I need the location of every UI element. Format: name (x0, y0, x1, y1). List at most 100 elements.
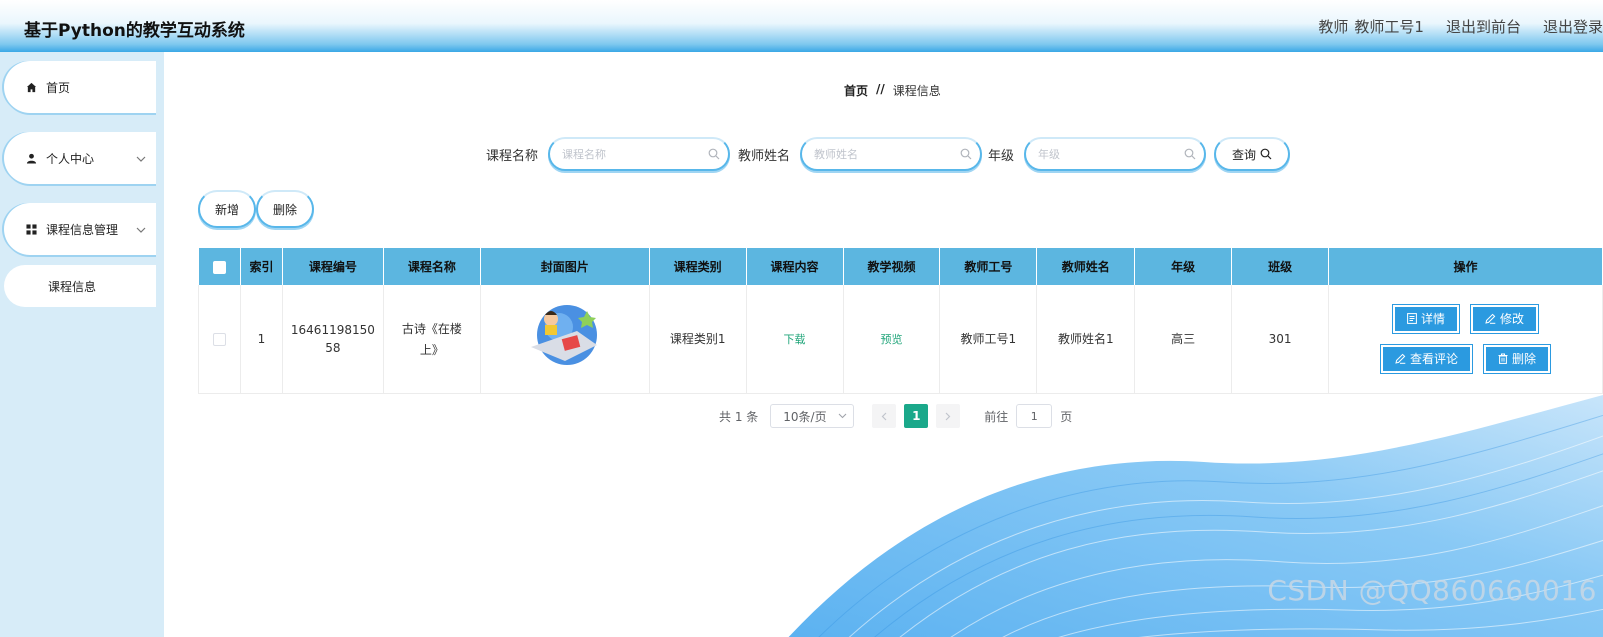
video-cell: 预览 (843, 285, 941, 394)
logout-link[interactable]: 退出登录 (1543, 16, 1603, 37)
page-number-button[interactable]: 1 (904, 404, 929, 428)
index-cell: 1 (240, 285, 283, 394)
trash-icon (1498, 353, 1508, 365)
current-user: 教师 教师工号1 (1318, 16, 1424, 37)
teacher-no-cell: 教师工号1 (939, 285, 1038, 394)
view-comments-button-label: 查看评论 (1410, 352, 1459, 367)
column-header: 班级 (1231, 248, 1330, 285)
grid-icon (24, 223, 38, 235)
operations-row: 详情 修改 (1329, 304, 1602, 333)
sidebar-subitem-course-info[interactable]: 课程信息 (4, 265, 156, 307)
column-header: 课程内容 (746, 248, 844, 285)
teacher-name-input[interactable] (802, 139, 981, 169)
page-size-value: 10条/页 (783, 409, 827, 424)
search-icon (708, 148, 720, 160)
cover-image-cell (480, 285, 650, 394)
sidebar-item-home[interactable]: 首页 (4, 61, 156, 113)
search-teacher-name: 教师姓名 (738, 136, 983, 172)
header-actions: 教师 教师工号1 退出到前台 退出登录 (1318, 16, 1603, 37)
goto-page-input[interactable] (1016, 404, 1053, 428)
user-name: 教师工号1 (1354, 18, 1424, 36)
class-cell: 301 (1231, 285, 1330, 394)
cover-image (530, 305, 597, 366)
breadcrumb-home[interactable]: 首页 (844, 82, 868, 99)
download-link[interactable]: 下载 (784, 333, 806, 346)
chevron-right-icon (945, 412, 951, 420)
course-no-line: 16461198150 (290, 322, 375, 337)
select-all-checkbox[interactable] (212, 260, 226, 274)
preview-link[interactable]: 预览 (880, 333, 902, 346)
page-suffix: 页 (1060, 409, 1073, 424)
course-name-line: 古诗《在楼 (401, 321, 462, 336)
user-icon (24, 153, 38, 164)
column-header: 操作 (1328, 248, 1603, 285)
sidebar-item-course-management[interactable]: 课程信息管理 (4, 203, 156, 255)
user-role: 教师 (1318, 18, 1349, 36)
grade-label: 年级 (988, 148, 1015, 164)
course-no-line: 58 (325, 340, 341, 355)
add-button[interactable]: 新增 (198, 190, 256, 228)
chevron-left-icon (881, 412, 887, 420)
select-all-cell[interactable] (198, 248, 241, 285)
pagination: 共 1 条 10条/页 1 前往 页 (719, 404, 1072, 428)
search-icon (1184, 148, 1196, 160)
chevron-down-icon (136, 223, 146, 236)
edit-button-label: 修改 (1500, 312, 1525, 327)
course-name-cell: 古诗《在楼 上》 (383, 285, 481, 394)
category-cell: 课程类别1 (649, 285, 747, 394)
grade-input[interactable] (1026, 139, 1205, 169)
query-button[interactable]: 查询 (1214, 137, 1290, 171)
view-comments-button[interactable]: 查看评论 (1381, 344, 1473, 373)
delete-button[interactable]: 删除 (256, 190, 314, 228)
document-icon (1407, 313, 1417, 325)
table-row: 1 16461198150 58 古诗《在楼 上》 课程类别1 下载 预览 教师… (198, 285, 1603, 394)
exit-to-front-link[interactable]: 退出到前台 (1446, 16, 1521, 37)
edit-icon (1485, 313, 1496, 325)
query-row: 查询 (1214, 136, 1290, 172)
search-grade: 年级 (988, 136, 1207, 172)
sidebar-item-label: 课程信息管理 (46, 222, 119, 237)
prev-page-button[interactable] (872, 404, 897, 428)
teacher-name-search-box (800, 137, 983, 171)
detail-button[interactable]: 详情 (1393, 304, 1460, 333)
content-cell: 下载 (746, 285, 844, 394)
chevron-down-icon (136, 152, 146, 165)
sidebar-item-label: 个人中心 (46, 151, 95, 166)
table-header-row: 索引 课程编号 课程名称 封面图片 课程类别 课程内容 教学视频 教师工号 教师… (198, 248, 1603, 285)
query-button-label: 查询 (1231, 147, 1256, 162)
teacher-name-label: 教师姓名 (738, 148, 791, 164)
column-header: 课程类别 (649, 248, 747, 285)
course-name-search-box (548, 137, 731, 171)
column-header: 索引 (240, 248, 283, 285)
row-checkbox[interactable] (212, 332, 226, 346)
goto-label: 前往 (984, 409, 1009, 424)
column-header: 课程名称 (383, 248, 481, 285)
row-select-cell[interactable] (198, 285, 241, 394)
column-header: 教师工号 (939, 248, 1038, 285)
course-name-line: 上》 (419, 342, 444, 357)
row-delete-button-label: 删除 (1512, 352, 1537, 367)
search-icon (960, 148, 972, 160)
column-header: 教学视频 (843, 248, 941, 285)
next-page-button[interactable] (936, 404, 961, 428)
course-table: 索引 课程编号 课程名称 封面图片 课程类别 课程内容 教学视频 教师工号 教师… (198, 248, 1603, 394)
row-delete-button[interactable]: 删除 (1484, 344, 1551, 373)
column-header: 教师姓名 (1036, 248, 1136, 285)
grade-search-box (1024, 137, 1207, 171)
grade-cell: 高三 (1134, 285, 1233, 394)
search-course-name: 课程名称 (486, 136, 731, 172)
teacher-name-cell: 教师姓名1 (1036, 285, 1136, 394)
operations-cell: 详情 修改 查看评论 删除 (1328, 285, 1603, 394)
course-name-label: 课程名称 (486, 148, 539, 164)
sidebar-item-personal-center[interactable]: 个人中心 (4, 132, 156, 184)
course-no-cell: 16461198150 58 (282, 285, 384, 394)
edit-button[interactable]: 修改 (1471, 304, 1539, 333)
breadcrumb-separator: // (876, 82, 885, 96)
chevron-down-icon (838, 413, 847, 419)
column-header: 封面图片 (480, 248, 650, 285)
sidebar-item-label: 首页 (46, 80, 71, 95)
page-size-select[interactable]: 10条/页 (770, 404, 855, 428)
course-name-input[interactable] (550, 139, 729, 169)
detail-button-label: 详情 (1421, 312, 1446, 327)
column-header: 课程编号 (282, 248, 384, 285)
